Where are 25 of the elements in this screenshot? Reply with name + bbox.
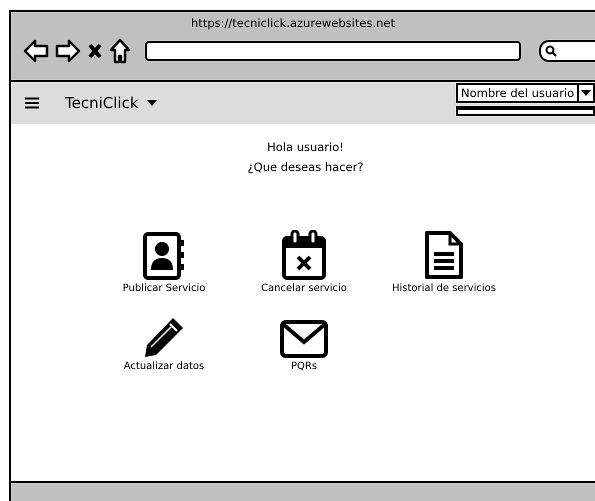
action-item[interactable]: Publicar Servicio <box>94 230 234 294</box>
contact-book-icon <box>142 232 186 280</box>
search-icon <box>545 45 557 57</box>
search-field[interactable] <box>539 40 595 62</box>
page-url: https://tecniclick.azurewebsites.net <box>190 15 396 30</box>
caret-icon <box>581 90 591 96</box>
forward-icon[interactable] <box>55 39 81 63</box>
calendar-x-icon <box>281 230 327 280</box>
greeting-text: ¿Que deseas hacer? <box>248 160 364 174</box>
action-item[interactable]: Actualizar datos <box>94 316 234 372</box>
envelope-icon <box>280 320 328 358</box>
action-item[interactable]: PQRs <box>234 316 374 372</box>
document-icon <box>424 230 464 280</box>
close-icon[interactable] <box>87 42 103 60</box>
menu-icon[interactable] <box>25 97 39 109</box>
address-field[interactable] <box>145 41 521 61</box>
greeting-text: Hola usuario! <box>267 140 344 154</box>
back-icon[interactable] <box>23 39 49 63</box>
brand-menu[interactable]: TecniClick <box>65 94 157 112</box>
pencil-icon <box>143 316 185 358</box>
caret-icon <box>146 100 157 106</box>
user-dropdown[interactable]: Nombre del usuario <box>456 83 595 103</box>
home-icon[interactable] <box>109 38 131 64</box>
action-item[interactable]: Historial de servicios <box>374 230 514 294</box>
action-item[interactable]: Cancelar servicio <box>234 230 374 294</box>
